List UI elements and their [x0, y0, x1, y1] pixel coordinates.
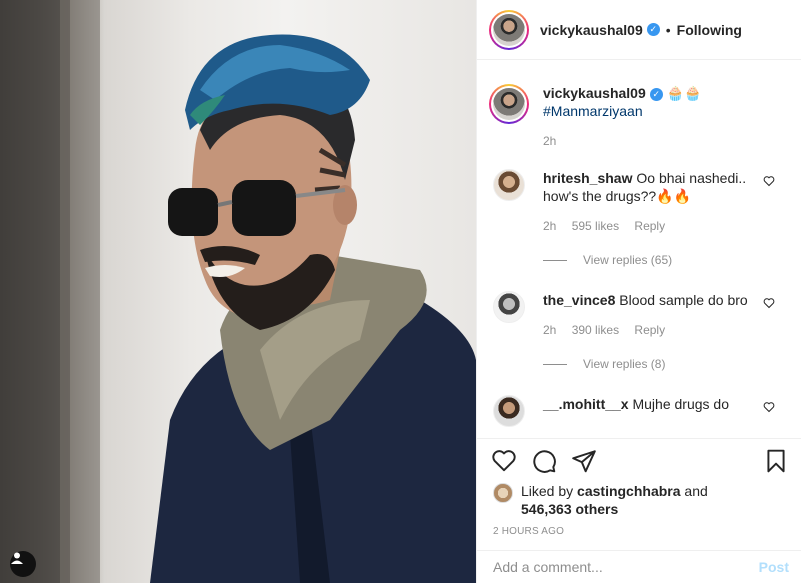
paper-plane-icon[interactable] — [571, 448, 597, 474]
caption-username[interactable]: vickykaushal09 — [543, 85, 646, 101]
view-replies-button[interactable]: View replies (8) — [543, 357, 785, 371]
comment-username[interactable]: the_vince8 — [543, 292, 615, 308]
header-separator: • — [665, 21, 671, 38]
comment-heart-icon[interactable] — [763, 175, 775, 187]
verified-badge-icon: ✓ — [646, 23, 660, 36]
view-replies-label: View replies (8) — [583, 357, 666, 371]
post-button[interactable]: Post — [759, 559, 789, 575]
comment-heart-icon[interactable] — [763, 401, 775, 413]
comment-likes[interactable]: 595 likes — [572, 219, 619, 233]
comment-input[interactable] — [493, 559, 759, 575]
profile-avatar[interactable] — [489, 9, 529, 50]
user-tag-icon[interactable] — [10, 551, 36, 577]
caption-hashtag[interactable]: #Manmarziyaan — [543, 103, 643, 119]
header-username[interactable]: vickykaushal09 — [540, 22, 643, 38]
portrait-illustration — [0, 0, 476, 583]
post-header: vickykaushal09 ✓ • Following — [477, 0, 801, 60]
action-bar — [477, 438, 801, 482]
add-comment-bar: Post — [477, 550, 801, 583]
caption: vickykaushal09 ✓ 🧁🧁 #Manmarziyaan 2h — [489, 60, 785, 148]
heart-icon[interactable] — [491, 448, 517, 474]
comment-item: the_vince8 Blood sample do bro 2h 390 li… — [493, 291, 785, 337]
comment-item: __.mohitt__x Mujhe drugs do — [493, 395, 785, 427]
liker-avatar[interactable] — [493, 483, 513, 503]
comment-avatar[interactable] — [493, 169, 525, 201]
comment-icon[interactable] — [531, 448, 557, 474]
comment-avatar[interactable] — [493, 395, 525, 427]
liked-by-prefix: Liked by — [521, 483, 574, 499]
comment-heart-icon[interactable] — [763, 297, 775, 309]
comment-item: hritesh_shaw Oo bhai nashedi.. how's the… — [493, 169, 785, 233]
post-timestamp[interactable]: 2 HOURS AGO — [477, 520, 801, 550]
post-side-panel: vickykaushal09 ✓ • Following vickykausha… — [476, 0, 801, 583]
likes-count[interactable]: 546,363 others — [521, 501, 618, 517]
view-replies-label: View replies (65) — [583, 253, 673, 267]
post-photo[interactable] — [0, 0, 476, 583]
comment-username[interactable]: hritesh_shaw — [543, 170, 632, 186]
comment-likes[interactable]: 390 likes — [572, 323, 619, 337]
comment-avatar[interactable] — [493, 291, 525, 323]
view-replies-button[interactable]: View replies (65) — [543, 253, 785, 267]
likes-summary: Liked by castingchhabra and 546,363 othe… — [477, 482, 801, 520]
liker-username[interactable]: castingchhabra — [577, 483, 680, 499]
reply-button[interactable]: Reply — [634, 323, 665, 337]
verified-badge-icon: ✓ — [649, 88, 663, 101]
comment-text: Blood sample do bro — [619, 292, 748, 308]
comment-text: Mujhe drugs do — [632, 396, 729, 412]
reply-button[interactable]: Reply — [634, 219, 665, 233]
caption-emoji: 🧁🧁 — [666, 85, 702, 101]
comment-username[interactable]: __.mohitt__x — [543, 396, 629, 412]
comment-time: 2h — [543, 219, 557, 233]
liked-by-and: and — [684, 483, 708, 499]
caption-time: 2h — [543, 134, 557, 148]
caption-avatar[interactable] — [489, 84, 529, 124]
following-button[interactable]: Following — [677, 22, 742, 38]
comment-time: 2h — [543, 323, 557, 337]
bookmark-icon[interactable] — [763, 448, 789, 474]
comments-list[interactable]: vickykaushal09 ✓ 🧁🧁 #Manmarziyaan 2h hrit… — [477, 60, 801, 438]
